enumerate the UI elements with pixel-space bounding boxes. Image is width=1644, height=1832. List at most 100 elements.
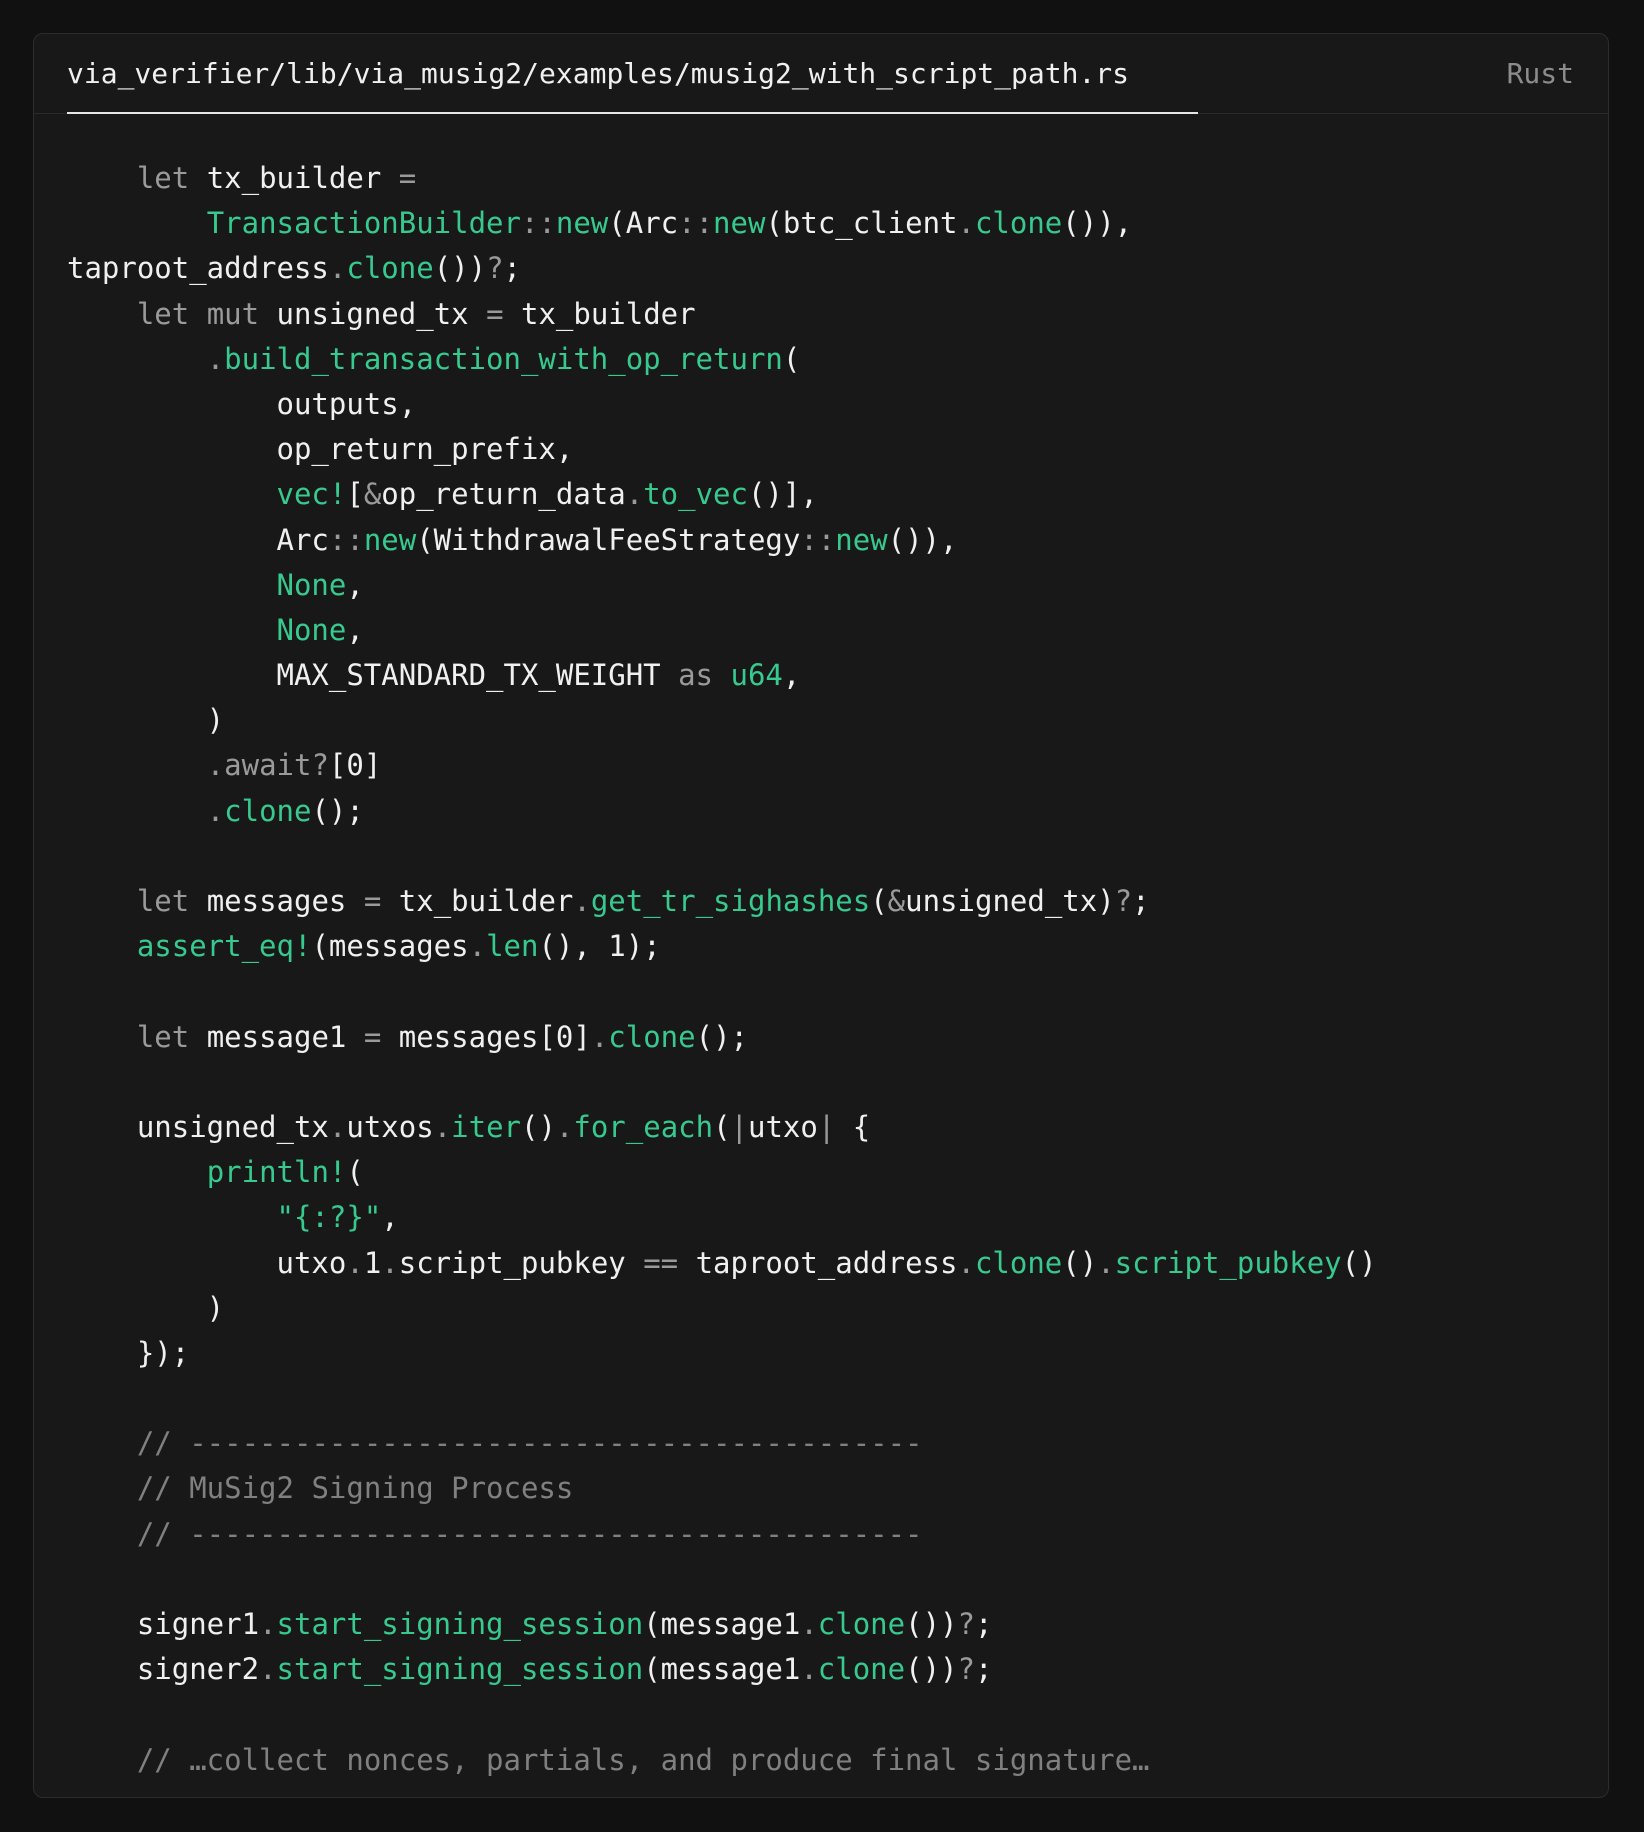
code-token: ) xyxy=(67,703,225,738)
code-line: let messages = tx_builder.get_tr_sighash… xyxy=(67,879,1377,924)
code-token: signer1 xyxy=(67,1607,260,1641)
code-token: :: xyxy=(678,206,714,241)
code-token: ( xyxy=(782,341,801,376)
code-token: () xyxy=(521,1109,556,1144)
code-token: ()) xyxy=(433,251,487,286)
code-token: (message1 xyxy=(643,1652,801,1687)
code-token: (); xyxy=(695,1019,748,1054)
code-line: ) xyxy=(67,1286,1377,1331)
code-line: MAX_STANDARD_TX_WEIGHT as u64, xyxy=(67,653,1377,698)
code-token: assert_eq! xyxy=(136,929,312,964)
code-token: build_transaction_with_op_return xyxy=(224,341,783,376)
code-token: ; xyxy=(503,251,522,286)
code-token: [0] xyxy=(328,748,382,783)
code-line: "{:?}", xyxy=(67,1195,1377,1240)
code-line: .clone(); xyxy=(67,789,1377,834)
active-tab-underline xyxy=(67,112,1198,114)
code-token: 1 xyxy=(363,1245,382,1280)
code-token: new xyxy=(363,522,417,557)
code-token: clone xyxy=(346,251,434,286)
code-token: tx_builder xyxy=(381,884,574,918)
code-token: len xyxy=(486,929,539,964)
code-token: ()), xyxy=(1062,206,1133,241)
code-token: (message1 xyxy=(643,1607,801,1641)
code-token: ? xyxy=(1114,884,1133,918)
code-token: () xyxy=(1341,1245,1377,1280)
code-token: Arc xyxy=(67,522,329,557)
code-token: . xyxy=(259,1607,277,1641)
code-token: .await? xyxy=(206,748,329,783)
code-block: via_verifier/lib/via_musig2/examples/mus… xyxy=(33,33,1609,1798)
code-token: clone xyxy=(224,793,312,828)
code-token: new xyxy=(555,206,609,241)
code-token: println! xyxy=(206,1155,347,1190)
code-token: & xyxy=(363,477,382,512)
code-token: , xyxy=(782,658,801,693)
code-token: utxos xyxy=(346,1109,434,1144)
code-line: utxo.1.script_pubkey == taproot_address.… xyxy=(67,1241,1377,1286)
language-label: Rust xyxy=(1506,57,1574,90)
code-token: ( xyxy=(870,884,888,918)
code-token: () xyxy=(1062,1245,1098,1280)
code-token: (WithdrawalFeeStrategy xyxy=(416,522,801,557)
code-line: vec![&op_return_data.to_vec()], xyxy=(67,472,1377,517)
code-token: (Arc xyxy=(608,206,679,241)
code-token: u64 xyxy=(730,658,783,693)
code-token: [ xyxy=(346,477,364,512)
code-token: ; xyxy=(974,1652,993,1687)
code-token: None xyxy=(276,567,347,602)
file-path[interactable]: via_verifier/lib/via_musig2/examples/mus… xyxy=(67,34,1129,114)
code-token: . xyxy=(590,1019,609,1054)
code-token: // -------------------------------------… xyxy=(136,1516,923,1551)
code-token: { xyxy=(835,1109,871,1144)
code-token: :: xyxy=(520,206,556,241)
code-token: messages[0] xyxy=(381,1019,591,1054)
code-token: == xyxy=(643,1245,679,1280)
code-line: outputs, xyxy=(67,382,1377,427)
code-token: = xyxy=(486,296,504,331)
code-token: . xyxy=(957,206,975,241)
code-token: let xyxy=(136,1019,190,1054)
code-token: // -------------------------------------… xyxy=(136,1426,923,1461)
code-token: . xyxy=(328,251,347,286)
code-token: TransactionBuilder xyxy=(206,206,521,241)
code-header: via_verifier/lib/via_musig2/examples/mus… xyxy=(34,34,1608,114)
code-token: clone xyxy=(817,1607,906,1641)
code-token: taproot_address xyxy=(678,1245,958,1280)
code-token: // …collect nonces, partials, and produc… xyxy=(136,1742,1150,1777)
code-token: & xyxy=(887,884,906,918)
code-line: signer1.start_signing_session(message1.c… xyxy=(67,1602,1377,1647)
code-token: :: xyxy=(328,522,364,557)
code-token: ( xyxy=(713,1109,731,1144)
code-token: ()) xyxy=(905,1607,958,1641)
code-token: . xyxy=(381,1245,399,1280)
code-token: ? xyxy=(957,1652,975,1687)
code-token: "{:?}" xyxy=(276,1200,382,1235)
code-token: as xyxy=(678,658,714,693)
code-token: start_signing_session xyxy=(276,1607,644,1641)
code-body[interactable]: let tx_builder = TransactionBuilder::new… xyxy=(67,156,1377,1783)
code-token: ? xyxy=(957,1607,975,1641)
code-token: . xyxy=(433,1109,452,1144)
code-line: TransactionBuilder::new(Arc::new(btc_cli… xyxy=(67,201,1377,246)
code-line: let mut unsigned_tx = tx_builder xyxy=(67,292,1377,337)
